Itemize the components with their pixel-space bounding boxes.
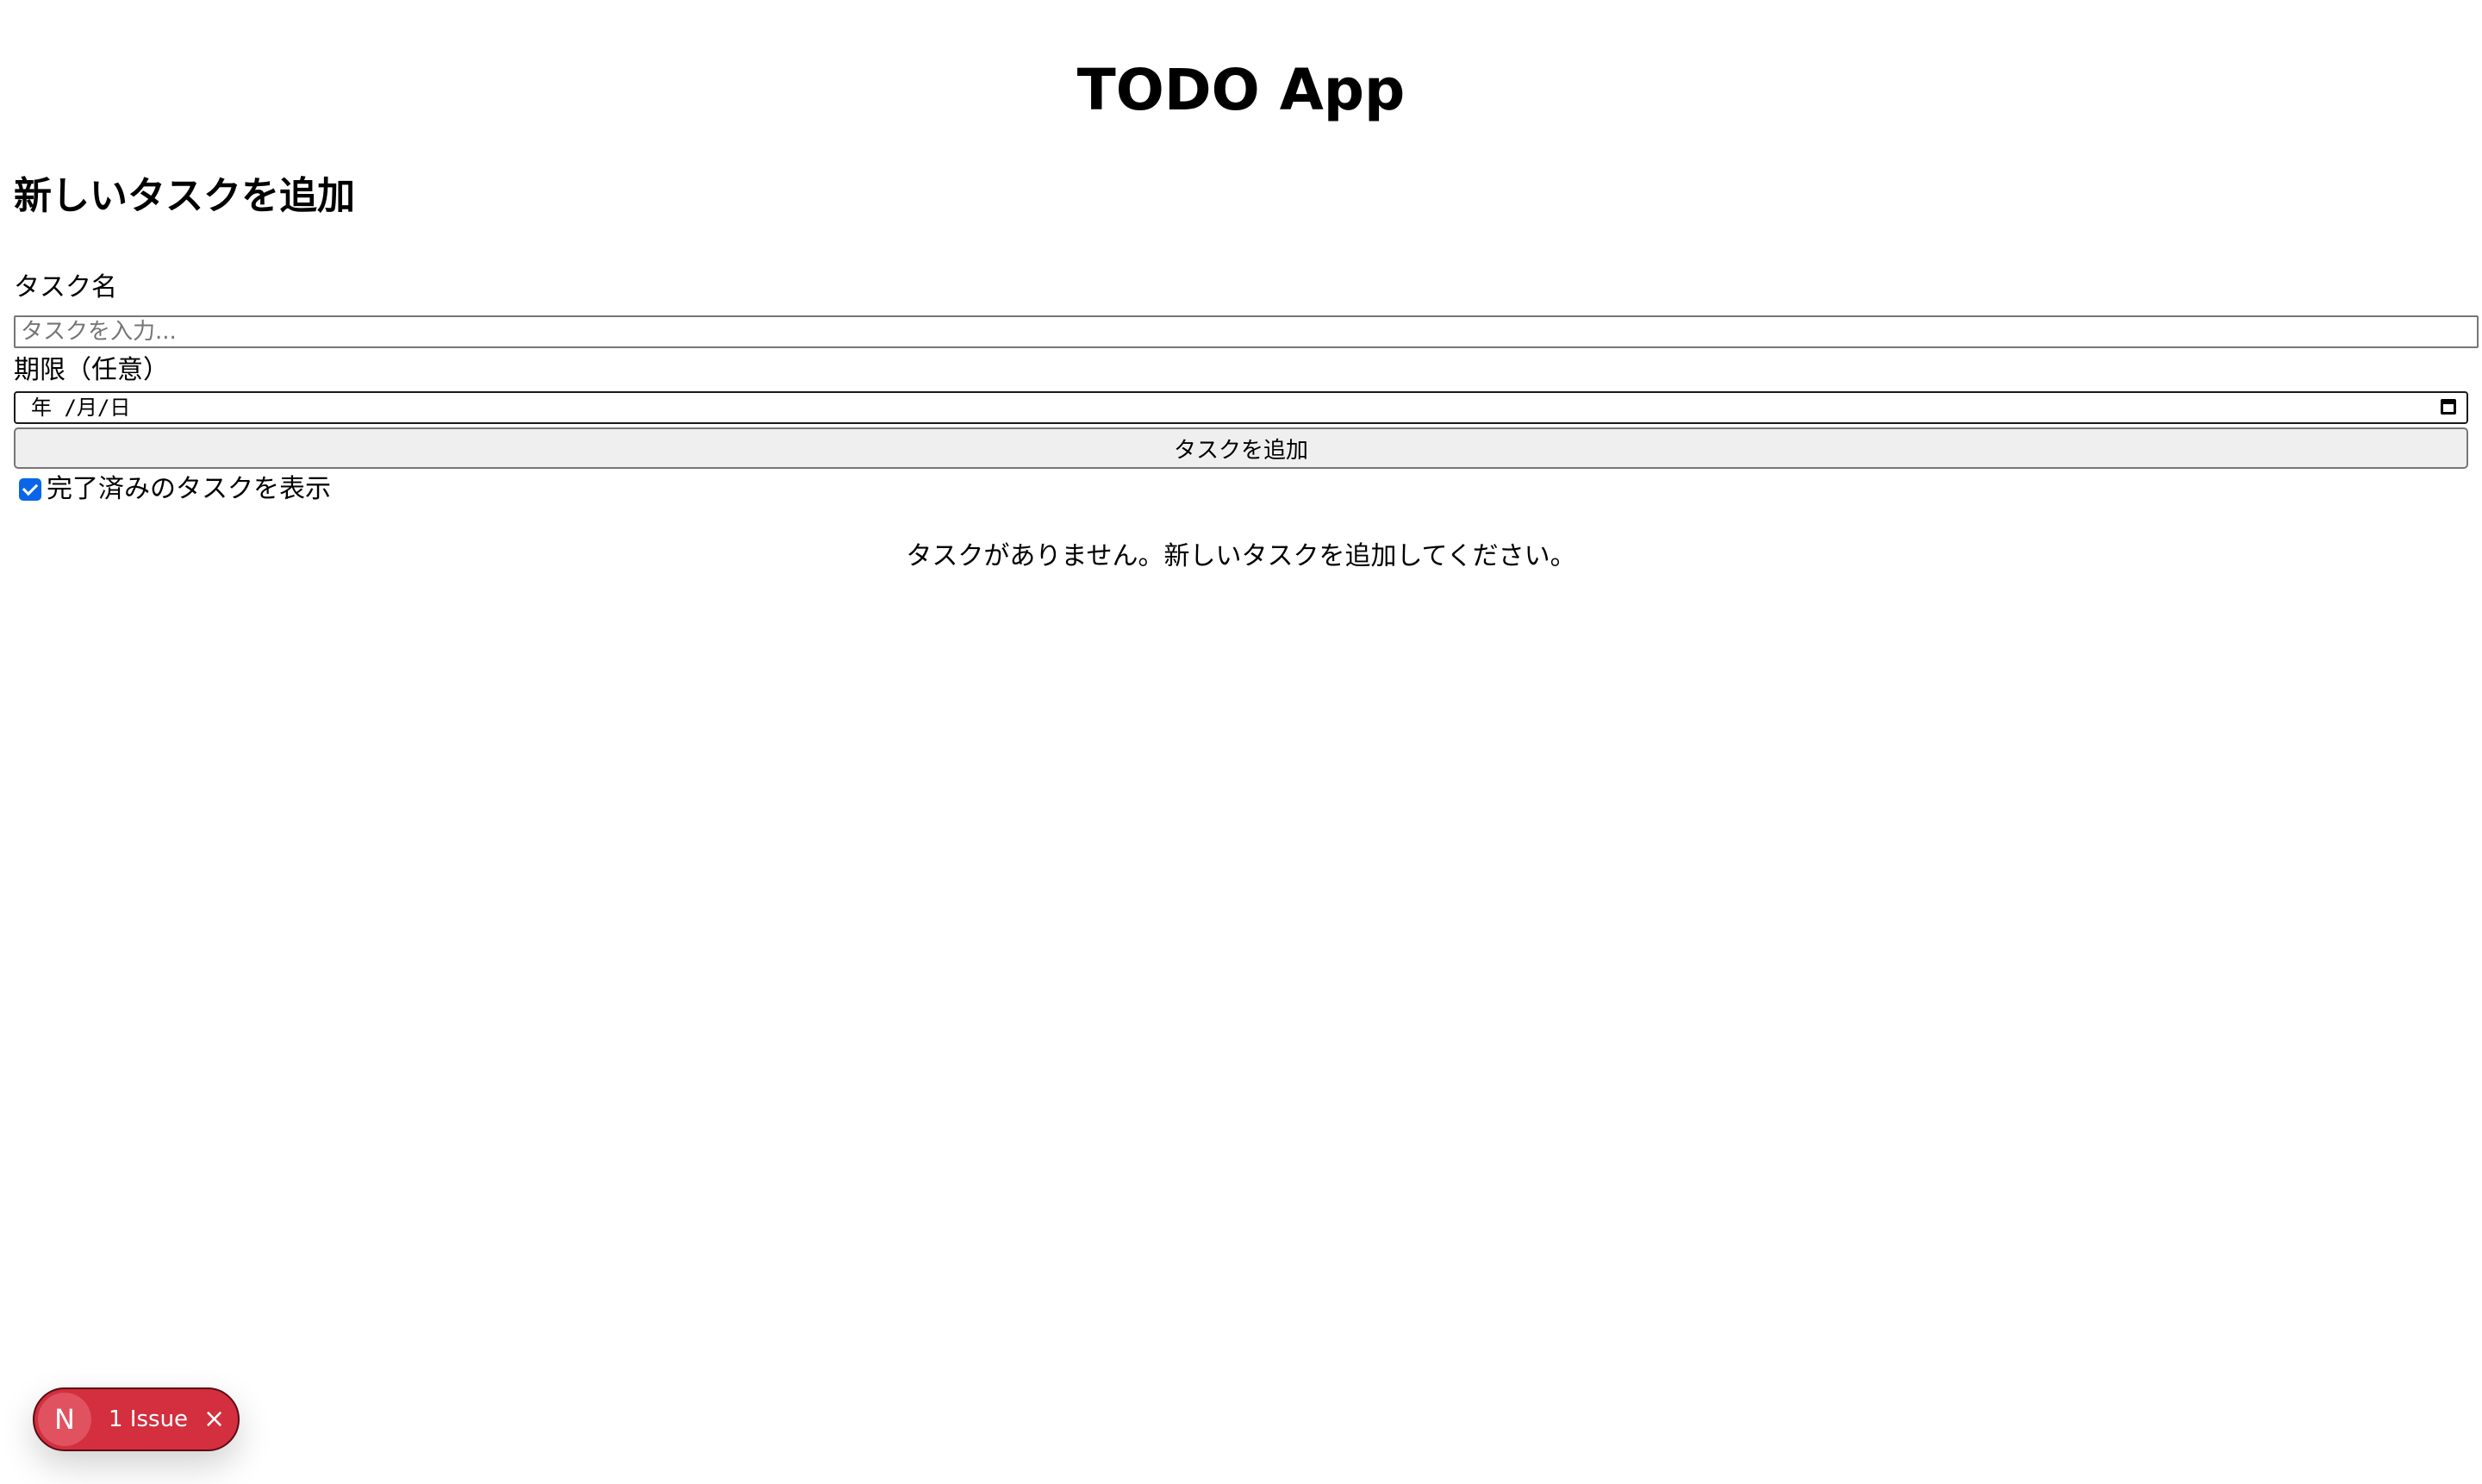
close-icon[interactable]: ×	[203, 1406, 225, 1432]
show-completed-toggle[interactable]: 完了済みのタスクを表示	[19, 471, 331, 508]
due-date-input[interactable]: 年 /月/日	[14, 391, 2468, 424]
task-name-input[interactable]	[14, 315, 2479, 348]
empty-state-message: タスクがありません。新しいタスクを追加してください。	[906, 541, 1576, 571]
add-task-heading: 新しいタスクを追加	[14, 174, 355, 218]
dev-issues-badge[interactable]: N 1 Issue ×	[33, 1387, 240, 1451]
due-date-label: 期限（任意）	[14, 355, 169, 385]
checkbox-checked-icon[interactable]	[19, 478, 41, 501]
nextjs-logo-icon[interactable]: N	[38, 1393, 91, 1446]
app-title: TODO App	[1076, 57, 1406, 123]
calendar-icon[interactable]	[2441, 399, 2456, 415]
add-task-button[interactable]: タスクを追加	[14, 427, 2468, 469]
issue-count-label[interactable]: 1 Issue	[109, 1406, 188, 1432]
show-completed-label: 完了済みのタスクを表示	[47, 474, 331, 504]
task-name-label: タスク名	[14, 272, 117, 302]
due-date-value: 年 /月/日	[31, 396, 131, 420]
